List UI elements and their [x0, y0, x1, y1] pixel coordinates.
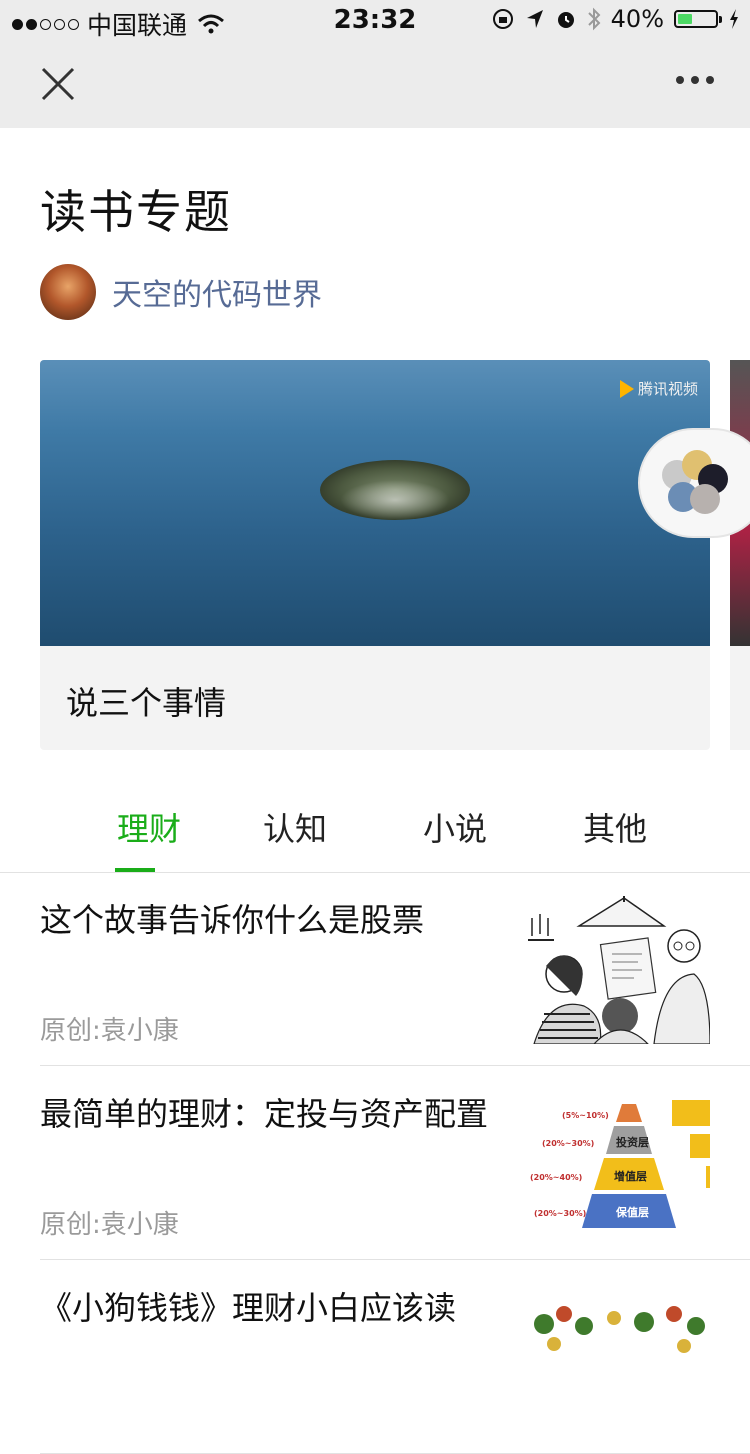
list-item[interactable]: 最简单的理财：定投与资产配置 原创:袁小康 (5%~10%) (20%~30%)…: [40, 1066, 750, 1260]
floating-window-icon[interactable]: [638, 428, 750, 538]
status-bar: 中国联通 23:32 40%: [0, 0, 750, 40]
nav-bar: [0, 40, 750, 128]
orientation-lock-icon: [492, 9, 513, 29]
author-name[interactable]: 天空的代码世界: [112, 270, 322, 314]
article-thumbnail[interactable]: [524, 896, 710, 1044]
pyramid-label: (20%~30%): [534, 1209, 586, 1218]
play-icon: [619, 379, 634, 398]
list-item[interactable]: 这个故事告诉你什么是股票 原创:袁小康: [40, 872, 750, 1066]
pyramid-layer-label: 投资层: [616, 1135, 649, 1149]
article-thumbnail[interactable]: (5%~10%) (20%~30%) 投资层 (20%~40%) 增值层 (20…: [524, 1090, 710, 1238]
pyramid-layer-label: 保值层: [615, 1205, 649, 1219]
article-title[interactable]: 《小狗钱钱》理财小白应该读: [40, 1284, 490, 1332]
mist: [340, 480, 450, 520]
status-right: 40%: [491, 5, 740, 33]
pyramid-chart: (5%~10%) (20%~30%) 投资层 (20%~40%) 增值层 (20…: [524, 1090, 710, 1238]
page-title: 读书专题: [40, 185, 232, 239]
author-row[interactable]: 天空的代码世界: [40, 264, 322, 320]
tab-qita[interactable]: 其他: [535, 804, 695, 850]
close-icon[interactable]: [38, 64, 78, 104]
featured-title[interactable]: 说三个事情: [66, 678, 226, 724]
featured-card[interactable]: 腾讯视频 说三个事情: [40, 360, 710, 750]
list-item[interactable]: 《小狗钱钱》理财小白应该读: [40, 1260, 750, 1454]
watermark-label: 腾讯视频: [637, 380, 698, 398]
avatar[interactable]: [40, 264, 96, 320]
tab-licai[interactable]: 理财: [69, 804, 229, 850]
battery-icon: [674, 10, 722, 28]
article-title[interactable]: 最简单的理财：定投与资产配置: [40, 1090, 490, 1138]
cartoon-illustration: [524, 896, 710, 1044]
bluetooth-icon: [587, 7, 601, 31]
pyramid-label: (20%~30%): [542, 1139, 594, 1148]
charging-icon: [730, 9, 738, 29]
next-card-peek[interactable]: [730, 360, 750, 750]
tab-renzhi[interactable]: 认知: [215, 804, 375, 850]
location-icon: [526, 10, 543, 28]
pyramid-label: (5%~10%): [562, 1111, 609, 1120]
article-meta: 原创:袁小康: [40, 1016, 179, 1046]
article-title[interactable]: 这个故事告诉你什么是股票: [40, 896, 490, 944]
video-watermark: 腾讯视频: [619, 378, 698, 399]
alarm-icon: [557, 12, 574, 28]
badge-segment: [690, 484, 720, 514]
more-icon[interactable]: [676, 76, 714, 84]
article-thumbnail[interactable]: [524, 1284, 710, 1432]
article-meta: 原创:袁小康: [40, 1210, 179, 1240]
pyramid-layer-label: 增值层: [614, 1169, 647, 1183]
pyramid-label: (20%~40%): [530, 1173, 582, 1182]
battery-fill: [678, 14, 692, 24]
tab-xiaoshuo[interactable]: 小说: [375, 804, 535, 850]
floral-illustration: [524, 1284, 710, 1432]
category-tabs: 理财 认知 小说 其他: [0, 790, 750, 873]
battery-percent: 40%: [610, 5, 664, 33]
featured-image[interactable]: 腾讯视频: [40, 360, 710, 646]
